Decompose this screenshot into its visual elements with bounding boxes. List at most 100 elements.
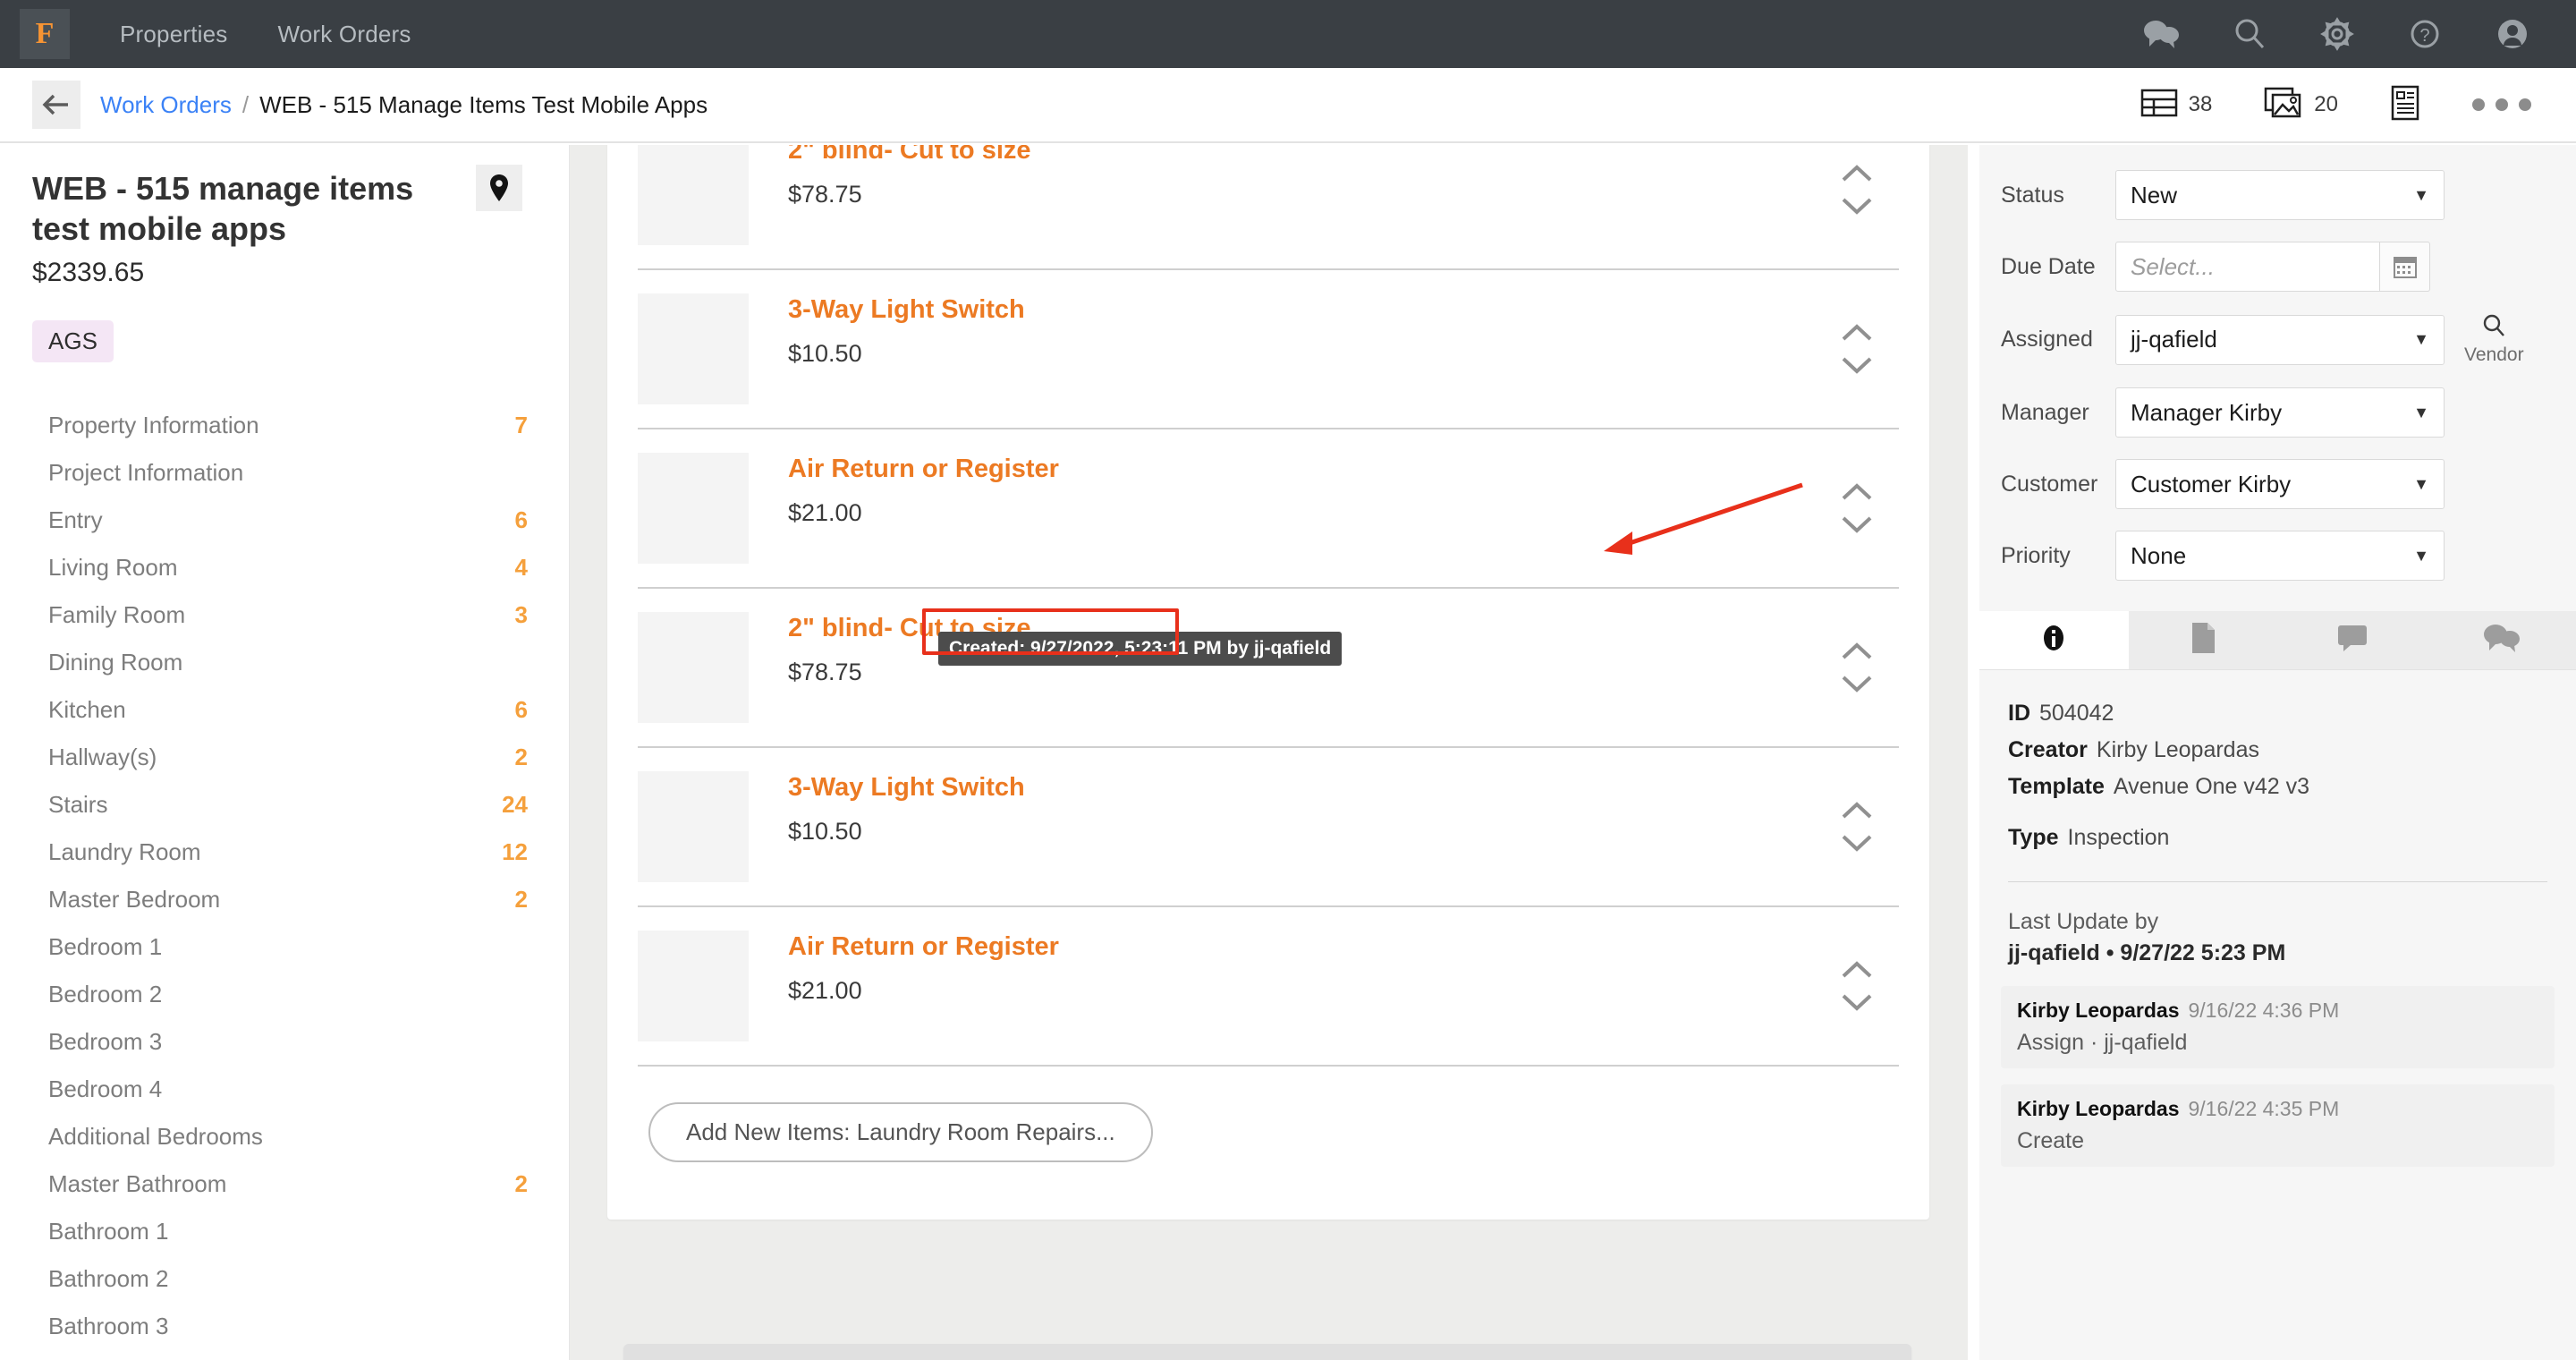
details-info: ID 504042 Creator Kirby Leopardas Template Av… — [1979, 670, 2576, 851]
chat-bubbles-icon[interactable] — [2141, 13, 2182, 55]
customer-select[interactable]: Customer Kirby ▼ — [2115, 459, 2445, 509]
priority-select[interactable]: None ▼ — [2115, 531, 2445, 581]
sidebar-item[interactable]: Hallway(s) 2 — [0, 734, 569, 781]
search-icon[interactable] — [2229, 13, 2270, 55]
item-body: 3-Way Light Switch $10.50 — [788, 771, 1899, 882]
move-up-icon[interactable] — [1840, 482, 1874, 502]
sidebar-item[interactable]: Bedroom 2 — [0, 971, 569, 1018]
item-reorder-controls[interactable] — [1840, 960, 1874, 1012]
item-name-link[interactable]: Air Return or Register — [788, 453, 1899, 485]
svg-text:?: ? — [2419, 26, 2429, 46]
sidebar-item-label: Bathroom 2 — [48, 1265, 169, 1292]
chevron-down-icon: ▼ — [2413, 403, 2429, 421]
more-options-icon[interactable] — [2472, 98, 2531, 111]
move-down-icon[interactable] — [1840, 514, 1874, 534]
sidebar-item[interactable]: Master Bathroom 2 — [0, 1160, 569, 1208]
item-reorder-controls[interactable] — [1840, 164, 1874, 216]
sidebar-item[interactable]: Kitchen 6 — [0, 686, 569, 734]
move-down-icon[interactable] — [1840, 674, 1874, 693]
calendar-icon[interactable] — [2380, 242, 2430, 292]
move-up-icon[interactable] — [1840, 164, 1874, 183]
sidebar-item[interactable]: Additional Bedrooms — [0, 1113, 569, 1160]
sidebar-item[interactable]: Bedroom 1 — [0, 923, 569, 971]
form-row: Due Date Select... — [1979, 242, 2576, 292]
line-item-row[interactable]: 2" blind- Cut to size $78.75 — [638, 145, 1899, 270]
field-label: Status — [2001, 182, 2064, 208]
move-down-icon[interactable] — [1840, 196, 1874, 216]
line-item-row[interactable]: Air Return or Register $21.00 — [638, 907, 1899, 1067]
report-button[interactable] — [2390, 85, 2420, 125]
due-date-input[interactable]: Select... — [2115, 242, 2380, 292]
gear-icon[interactable] — [2317, 13, 2358, 55]
line-item-row[interactable]: Air Return or Register $21.00 — [638, 429, 1899, 589]
item-name-link[interactable]: 3-Way Light Switch — [788, 771, 1899, 803]
tab-chat-bubbles[interactable] — [2427, 611, 2576, 669]
activity-log-entry: Kirby Leopardas 9/16/22 4:35 PM Create — [2001, 1084, 2555, 1167]
sidebar-item[interactable]: Living Room 4 — [0, 544, 569, 591]
tab-info[interactable] — [1979, 611, 2129, 669]
move-up-icon[interactable] — [1840, 801, 1874, 820]
item-price: $21.00 — [788, 499, 862, 527]
sidebar-item[interactable]: Bedroom 4 — [0, 1066, 569, 1113]
sidebar-item[interactable]: Stairs 24 — [0, 781, 569, 829]
log-time: 9/16/22 4:35 PM — [2188, 1097, 2340, 1120]
field-label: Manager — [2001, 399, 2089, 425]
move-down-icon[interactable] — [1840, 833, 1874, 853]
line-item-row[interactable]: 3-Way Light Switch $10.50 — [638, 748, 1899, 907]
line-item-row[interactable]: 2" blind- Cut to size $78.75 Created: 9/27… — [638, 589, 1899, 748]
sidebar-item[interactable]: Bathroom 3 — [0, 1303, 569, 1350]
sidebar-item-label: Bedroom 3 — [48, 1028, 163, 1055]
status-select[interactable]: New ▼ — [2115, 170, 2445, 220]
move-up-icon[interactable] — [1840, 642, 1874, 661]
item-reorder-controls[interactable] — [1840, 642, 1874, 693]
field-control: None ▼ — [2115, 531, 2445, 581]
vendor-label: Vendor — [2464, 344, 2524, 365]
manager-select[interactable]: Manager Kirby ▼ — [2115, 387, 2445, 438]
map-pin-icon[interactable] — [476, 165, 522, 211]
move-up-icon[interactable] — [1840, 323, 1874, 343]
log-action: Assign · jj-qafield — [2017, 1030, 2188, 1055]
last-update-label: Last Update by — [2008, 909, 2159, 934]
vendor-search-button[interactable]: Vendor — [2464, 313, 2524, 366]
assigned-select[interactable]: jj-qafield ▼ — [2115, 314, 2445, 365]
sidebar-item[interactable]: Laundry Room 12 — [0, 829, 569, 876]
sidebar-item-label: Family Room — [48, 601, 186, 628]
item-body: 2" blind- Cut to size $78.75 — [788, 145, 1899, 245]
sidebar-item[interactable]: Bathroom 1 — [0, 1208, 569, 1255]
breadcrumb-parent-link[interactable]: Work Orders — [100, 91, 232, 119]
sidebar-item-label: Laundry Room — [48, 838, 201, 865]
sidebar-item[interactable]: Dining Room — [0, 639, 569, 686]
move-up-icon[interactable] — [1840, 960, 1874, 980]
item-reorder-controls[interactable] — [1840, 482, 1874, 534]
move-down-icon[interactable] — [1840, 355, 1874, 375]
sidebar-item[interactable]: Bathroom 2 — [0, 1255, 569, 1303]
back-arrow-icon[interactable] — [32, 81, 80, 129]
item-reorder-controls[interactable] — [1840, 801, 1874, 853]
nav-link-work-orders[interactable]: Work Orders — [278, 21, 411, 48]
field-control: Select... — [2115, 242, 2430, 292]
brand-logo[interactable]: F — [20, 9, 70, 59]
item-name-link[interactable]: Air Return or Register — [788, 931, 1899, 963]
sidebar-item[interactable]: Family Room 3 — [0, 591, 569, 639]
add-new-items-button[interactable]: Add New Items: Laundry Room Repairs... — [648, 1102, 1153, 1162]
avatar-icon[interactable] — [2492, 13, 2533, 55]
tab-document[interactable] — [2128, 611, 2278, 669]
help-icon[interactable]: ? — [2404, 13, 2445, 55]
move-down-icon[interactable] — [1840, 992, 1874, 1012]
nav-link-properties[interactable]: Properties — [120, 21, 228, 48]
tab-comment[interactable] — [2277, 611, 2428, 669]
sidebar-item[interactable]: Entry 6 — [0, 497, 569, 544]
line-item-row[interactable]: 3-Way Light Switch $10.50 — [638, 270, 1899, 429]
item-thumbnail — [638, 145, 749, 245]
sidebar-item-count: 7 — [514, 412, 528, 438]
item-name-link[interactable]: 2" blind- Cut to size — [788, 145, 1899, 166]
sidebar-item[interactable]: Property Information 7 — [0, 402, 569, 449]
item-reorder-controls[interactable] — [1840, 323, 1874, 375]
sidebar-item[interactable]: Master Bedroom 2 — [0, 876, 569, 923]
sidebar-item[interactable]: Project Information — [0, 449, 569, 497]
sidebar-item[interactable]: Bedroom 3 — [0, 1018, 569, 1066]
table-view-button[interactable]: 38 — [2140, 88, 2212, 123]
photos-view-button[interactable]: 20 — [2264, 87, 2338, 123]
sidebar-item-count: 6 — [514, 506, 528, 533]
item-name-link[interactable]: 3-Way Light Switch — [788, 293, 1899, 326]
